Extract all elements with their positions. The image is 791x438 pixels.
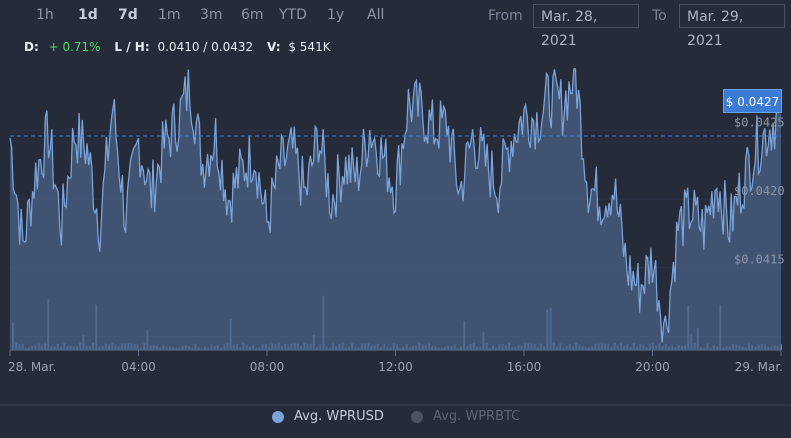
price-chart[interactable]: $0.0415 $0.0420 $0.0425 28. Mar. 04:00 08:00… <box>0 0 791 438</box>
legend-label: Avg. WPRUSD <box>294 409 384 424</box>
x-tick-label: 16:00 <box>507 360 542 374</box>
x-tick-label: 08:00 <box>250 360 285 374</box>
current-price-tag: $ 0.0427 <box>723 89 782 113</box>
y-tick-label: $0.0415 <box>734 253 785 267</box>
x-tick-label: 12:00 <box>378 360 413 374</box>
y-tick-label: $0.0420 <box>734 184 785 198</box>
legend-label: Avg. WPRBTC <box>433 409 521 424</box>
x-tick-label: 04:00 <box>121 360 156 374</box>
y-tick-label: $0.0425 <box>734 116 785 130</box>
legend-item-wprbtc[interactable]: Avg. WPRBTC <box>411 409 520 424</box>
x-tick-label: 29. Mar. <box>735 360 783 374</box>
x-tick-label: 28. Mar. <box>8 360 56 374</box>
x-axis: 28. Mar. 04:00 08:00 12:00 16:00 20:00 29. Mar… <box>8 350 783 374</box>
legend-dot-icon <box>272 410 284 423</box>
legend-item-wprusd[interactable]: Avg. WPRUSD <box>272 409 384 424</box>
x-tick-label: 20:00 <box>635 360 670 374</box>
legend-dot-icon <box>411 410 423 423</box>
